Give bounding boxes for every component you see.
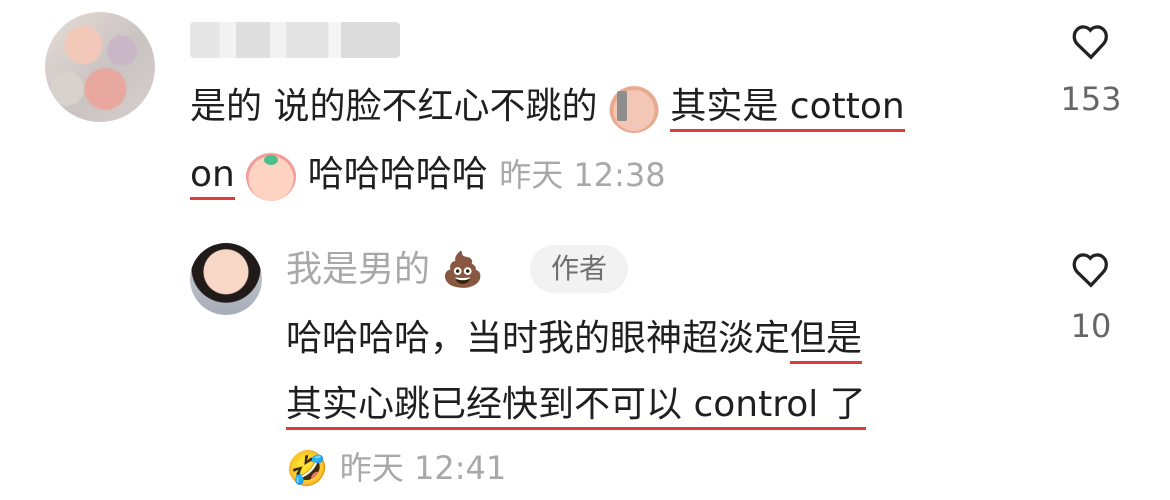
reply-like-heart-icon[interactable] — [1068, 248, 1114, 288]
comment-1-underlined-text-2[interactable]: on — [190, 154, 235, 200]
reply-author-row: 我是男的 💩 — [286, 245, 484, 295]
comment-1-line-1-text: 是的 说的脸不红心不跳的 — [190, 86, 598, 127]
like-count: 153 — [1060, 80, 1122, 118]
reply-line-1-text: 哈哈哈哈，当时我的眼神超淡定 — [286, 318, 791, 359]
reply-underlined-text-2[interactable]: 其实心跳已经快到不可以 control 了 — [286, 384, 866, 430]
reply-underlined-text-1[interactable]: 但是 — [790, 318, 863, 364]
crying-laughing-face-emoji — [246, 151, 297, 201]
comment-1-line-2-text: 哈哈哈哈哈 — [307, 154, 488, 195]
reply-meta-row: 🤣 昨天 12:41 — [286, 443, 506, 494]
comment-1-line-2: on 哈哈哈哈哈 昨天 12:38 — [190, 150, 666, 201]
reply-like-count: 10 — [1070, 307, 1112, 345]
poop-emoji: 💩 — [441, 250, 484, 290]
author-badge: 作者 — [530, 245, 628, 293]
comment-author-avatar-blurred[interactable] — [45, 12, 155, 122]
reply-line-2: 其实心跳已经快到不可以 control 了 — [286, 380, 866, 430]
face-with-wall-emoji — [608, 83, 659, 133]
comment-author-name-blurred[interactable] — [190, 22, 400, 58]
reply-line-1: 哈哈哈哈，当时我的眼神超淡定但是 — [286, 314, 863, 364]
comment-1-underlined-text-1[interactable]: 其实是 cotton — [670, 86, 905, 132]
reply-time: 昨天 12:41 — [339, 449, 507, 487]
reply-author-name[interactable]: 我是男的 — [286, 249, 430, 290]
comment-1-time: 昨天 12:38 — [499, 156, 666, 194]
like-heart-icon[interactable] — [1068, 20, 1114, 60]
reply-author-avatar[interactable] — [190, 243, 262, 315]
rolling-on-floor-laughing-emoji: 🤣 — [286, 449, 329, 489]
comment-1-line-1: 是的 说的脸不红心不跳的 其实是 cotton — [190, 82, 905, 133]
